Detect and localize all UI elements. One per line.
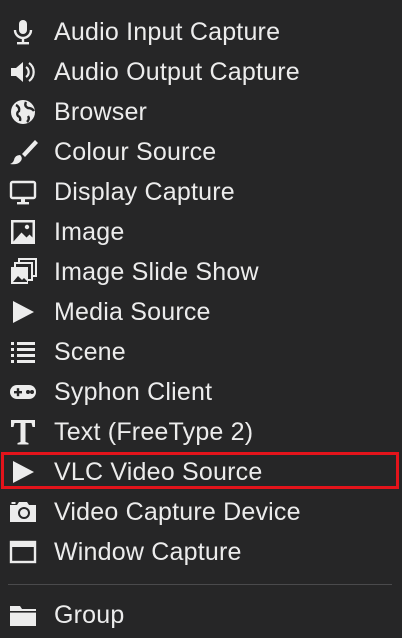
speaker-icon	[6, 55, 40, 89]
paintbrush-icon	[6, 135, 40, 169]
slideshow-icon	[6, 255, 40, 289]
menu-item-colour-source[interactable]: Colour Source	[0, 132, 402, 172]
play-icon	[6, 295, 40, 329]
add-source-menu: Audio Input Capture Audio Output Capture…	[0, 0, 402, 638]
menu-item-image-slide-show[interactable]: Image Slide Show	[0, 252, 402, 292]
menu-item-audio-input-capture[interactable]: Audio Input Capture	[0, 12, 402, 52]
gamepad-icon	[6, 375, 40, 409]
menu-item-label: Image Slide Show	[54, 257, 259, 286]
menu-item-video-capture-device[interactable]: Video Capture Device	[0, 492, 402, 532]
menu-item-label: Window Capture	[54, 537, 242, 566]
menu-item-window-capture[interactable]: Window Capture	[0, 532, 402, 572]
menu-item-media-source[interactable]: Media Source	[0, 292, 402, 332]
menu-item-scene[interactable]: Scene	[0, 332, 402, 372]
menu-item-browser[interactable]: Browser	[0, 92, 402, 132]
menu-item-text-freetype-2[interactable]: Text (FreeType 2)	[0, 412, 402, 452]
menu-item-label: Syphon Client	[54, 377, 213, 406]
globe-icon	[6, 95, 40, 129]
monitor-icon	[6, 175, 40, 209]
window-icon	[6, 535, 40, 569]
menu-item-image[interactable]: Image	[0, 212, 402, 252]
image-icon	[6, 215, 40, 249]
play-icon	[6, 455, 40, 489]
folder-icon	[6, 598, 40, 632]
menu-item-label: Text (FreeType 2)	[54, 417, 254, 446]
microphone-icon	[6, 15, 40, 49]
menu-item-label: Audio Input Capture	[54, 17, 281, 46]
menu-item-syphon-client[interactable]: Syphon Client	[0, 372, 402, 412]
menu-item-label: Media Source	[54, 297, 211, 326]
list-icon	[6, 335, 40, 369]
camera-icon	[6, 495, 40, 529]
menu-item-label: Image	[54, 217, 125, 246]
menu-separator	[8, 584, 392, 585]
menu-item-audio-output-capture[interactable]: Audio Output Capture	[0, 52, 402, 92]
menu-item-label: Colour Source	[54, 137, 217, 166]
menu-item-group[interactable]: Group	[0, 595, 402, 635]
menu-item-label: Audio Output Capture	[54, 57, 300, 86]
menu-item-vlc-video-source[interactable]: VLC Video Source	[0, 452, 402, 492]
menu-item-label: Browser	[54, 97, 148, 126]
menu-item-label: Scene	[54, 337, 126, 366]
menu-item-label: Video Capture Device	[54, 497, 301, 526]
menu-item-label: VLC Video Source	[54, 457, 263, 486]
menu-item-label: Group	[54, 600, 125, 629]
menu-item-display-capture[interactable]: Display Capture	[0, 172, 402, 212]
menu-item-label: Display Capture	[54, 177, 235, 206]
text-icon	[6, 415, 40, 449]
